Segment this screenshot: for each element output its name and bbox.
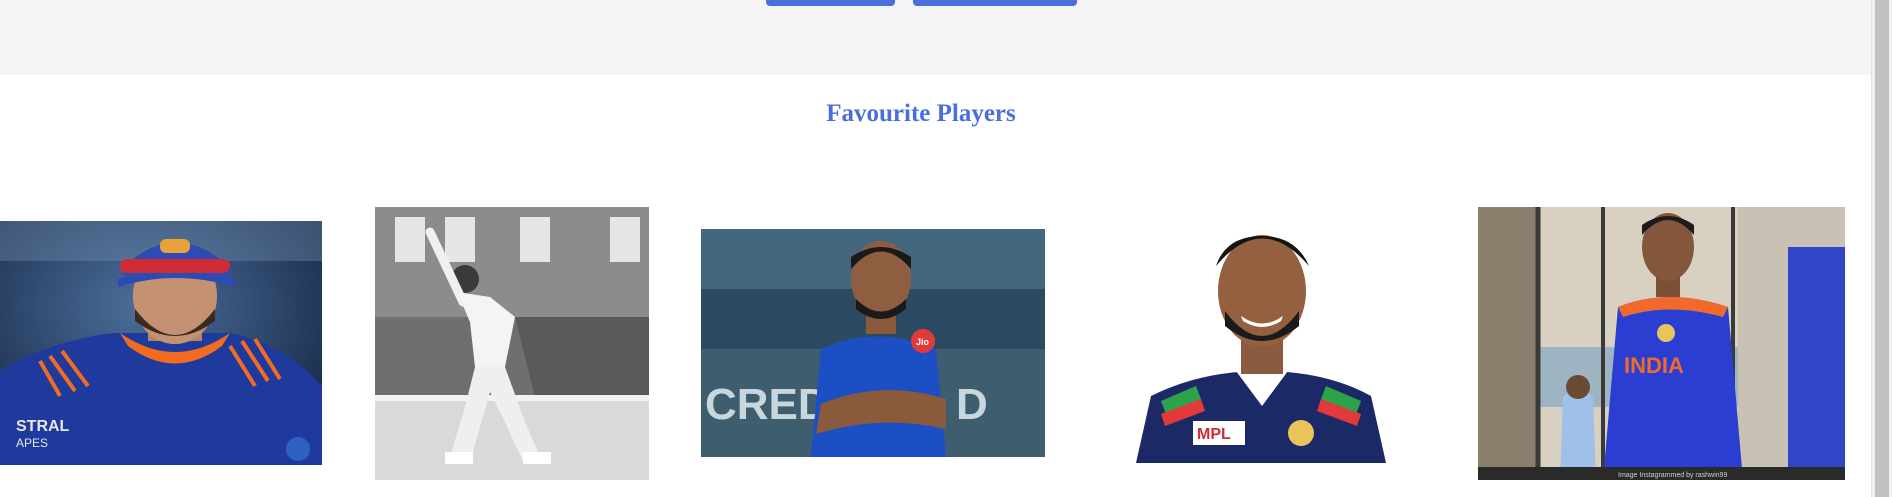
section-title: Favourite Players <box>826 100 1016 127</box>
photo-credit: Image Instagrammed by rashwin99 <box>1618 472 1727 479</box>
player-photo-rohit: STRAL APES <box>0 221 322 465</box>
svg-text:CRED: CRED <box>705 380 830 429</box>
nav-button-right[interactable] <box>913 0 1077 6</box>
vertical-scrollbar[interactable] <box>1871 0 1892 497</box>
svg-text:D: D <box>956 380 988 429</box>
svg-text:APES: APES <box>16 436 48 450</box>
scrollbar-thumb[interactable] <box>1875 0 1889 497</box>
svg-text:Jio: Jio <box>916 337 930 347</box>
top-band <box>0 0 1872 75</box>
svg-text:MPL: MPL <box>1197 426 1231 443</box>
svg-text:INDIA: INDIA <box>1624 353 1684 378</box>
player-photo-kapil <box>375 207 649 480</box>
player-photo-hardik: CRED D Jio <box>701 229 1045 457</box>
player-photo-ashwin: INDIA Image Instagrammed by rashwin99 <box>1478 207 1845 480</box>
nav-button-left[interactable] <box>766 0 895 6</box>
player-photo-bumrah: MPL <box>1121 221 1403 463</box>
svg-text:STRAL: STRAL <box>16 418 70 435</box>
